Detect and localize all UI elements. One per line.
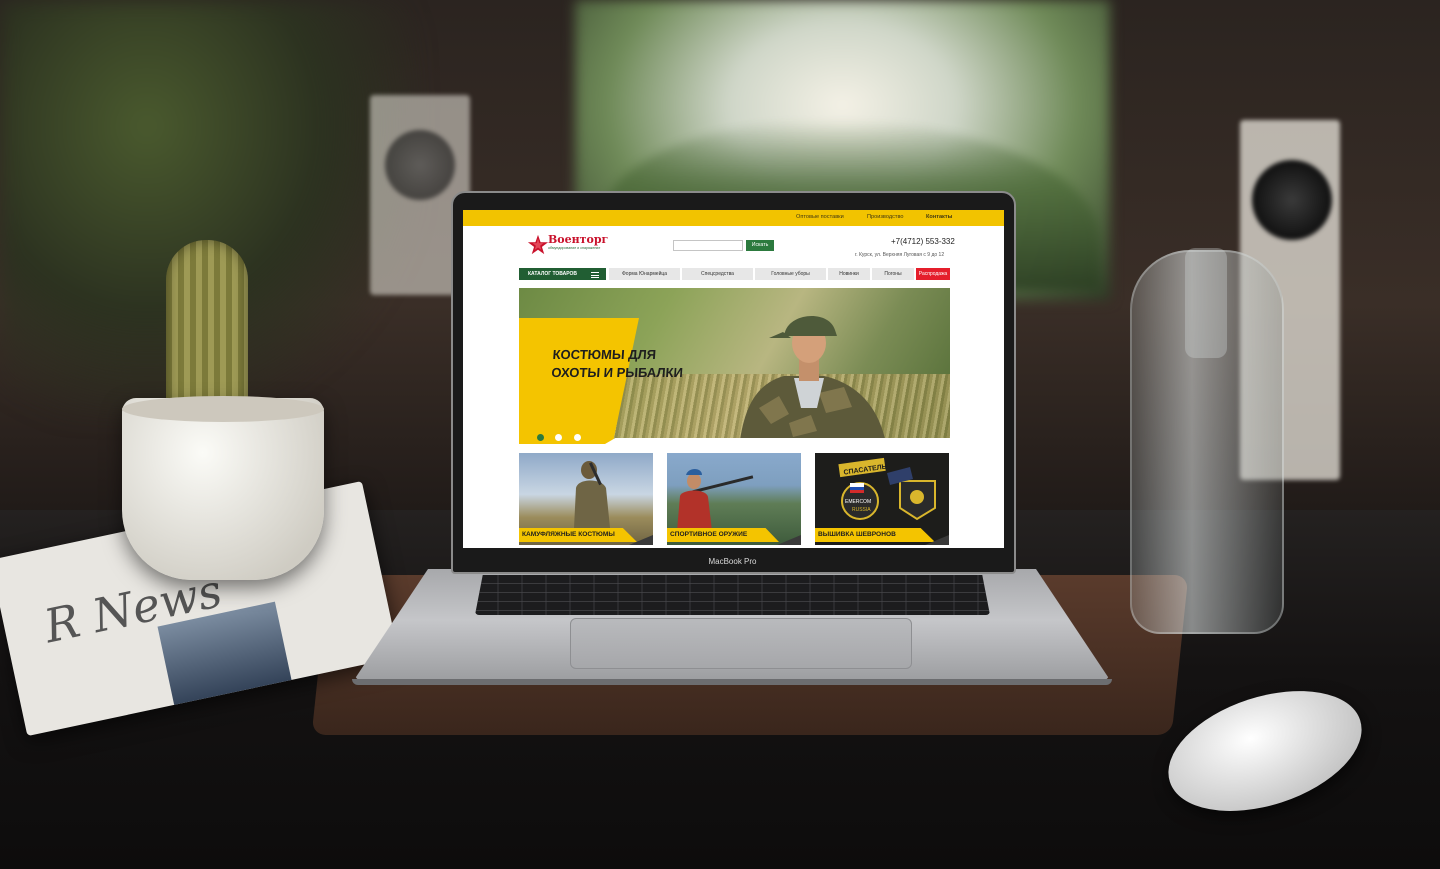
store-address: г. Курск, ул. Верхняя Луговая с 9 до 12 [855,252,945,258]
speaker-woofer-right [1252,160,1332,240]
nav-item-new[interactable]: Новинки [828,268,870,280]
bottle-neck [1185,248,1227,358]
hunter-photo [739,315,887,444]
nav-item-special-equipment[interactable]: Спецсредства [682,268,753,280]
category-card-chevrons[interactable]: СПАСАТЕЛЬ EMERCOM RUSSIA ВЫШИВКА ШЕВРОНО… [815,453,949,545]
main-navigation: КАТАЛОГ ТОВАРОВ Форма Юнармейца Спецсред… [519,268,950,280]
hero-banner[interactable]: КОСТЮМЫ ДЛЯ ОХОТЫ И РЫБАЛКИ [519,288,950,444]
search-button[interactable]: Искать [746,240,774,251]
patch-text-russia: RUSSIA [852,507,871,513]
patch-text-emercom: EMERCOM [845,499,871,505]
category-card-label: ВЫШИВКА ШЕВРОНОВ [815,528,935,542]
logo-name[interactable]: Военторг [548,233,608,246]
category-card-sport-weapons[interactable]: СПОРТИВНОЕ ОРУЖИЕ [667,453,801,545]
topbar-link-wholesale[interactable]: Оптовые поставки [796,214,844,220]
website-screen: Оптовые поставки Производство Контакты В… [463,210,1004,548]
sport-shooter-photo [677,469,754,531]
chevron-patches-photo: СПАСАТЕЛЬ EMERCOM RUSSIA [838,457,936,521]
cactus-pot [122,398,324,580]
logo-star-icon[interactable] [527,234,549,256]
nav-item-shoulder-straps[interactable]: Погоны [872,268,914,280]
speaker-woofer-left [385,130,455,200]
topbar-link-contacts[interactable]: Контакты [926,214,952,220]
category-card-label: СПОРТИВНОЕ ОРУЖИЕ [667,528,779,542]
laptop-trackpad[interactable] [570,618,912,669]
laptop-model-label: MacBook Pro [708,557,757,566]
nav-item-youth-army-uniform[interactable]: Форма Юнармейца [609,268,680,280]
nav-item-sale[interactable]: Распродажа [916,268,950,280]
topbar-link-production[interactable]: Производство [867,214,903,220]
nav-catalog-label: КАТАЛОГ ТОВАРОВ [528,271,578,277]
category-card-label: КАМУФЛЯЖНЫЕ КОСТЮМЫ [519,528,637,542]
category-card-camouflage[interactable]: КАМУФЛЯЖНЫЕ КОСТЮМЫ [519,453,653,545]
hero-title-line-2: ОХОТЫ И РЫБАЛКИ [550,365,684,380]
cactus [166,240,248,418]
menu-burger-icon [591,272,599,278]
laptop-front-edge [352,679,1112,685]
slider-dot-3[interactable] [573,434,581,441]
hero-bottom-edge [605,438,950,444]
phone-number[interactable]: +7(4712) 553-332 [891,237,955,246]
card-corner [777,535,801,545]
slider-dot-2[interactable] [555,434,563,441]
nav-catalog-button[interactable]: КАТАЛОГ ТОВАРОВ [519,268,606,280]
search-input[interactable] [673,240,743,251]
hero-title: КОСТЮМЫ ДЛЯ ОХОТЫ И РЫБАЛКИ [551,346,714,382]
hero-title-line-1: КОСТЮМЫ ДЛЯ [552,347,657,362]
cactus-pot-rim [122,396,324,422]
slider-dot-1[interactable] [537,434,544,441]
laptop-keyboard[interactable] [475,575,990,615]
nav-item-headwear[interactable]: Головные уборы [755,268,826,280]
top-bar: Оптовые поставки Производство Контакты [463,210,1004,226]
logo-tagline: обмундирование и снаряжение [548,246,601,250]
camouflage-hunter-photo [574,461,610,528]
slider-dots [537,428,588,444]
